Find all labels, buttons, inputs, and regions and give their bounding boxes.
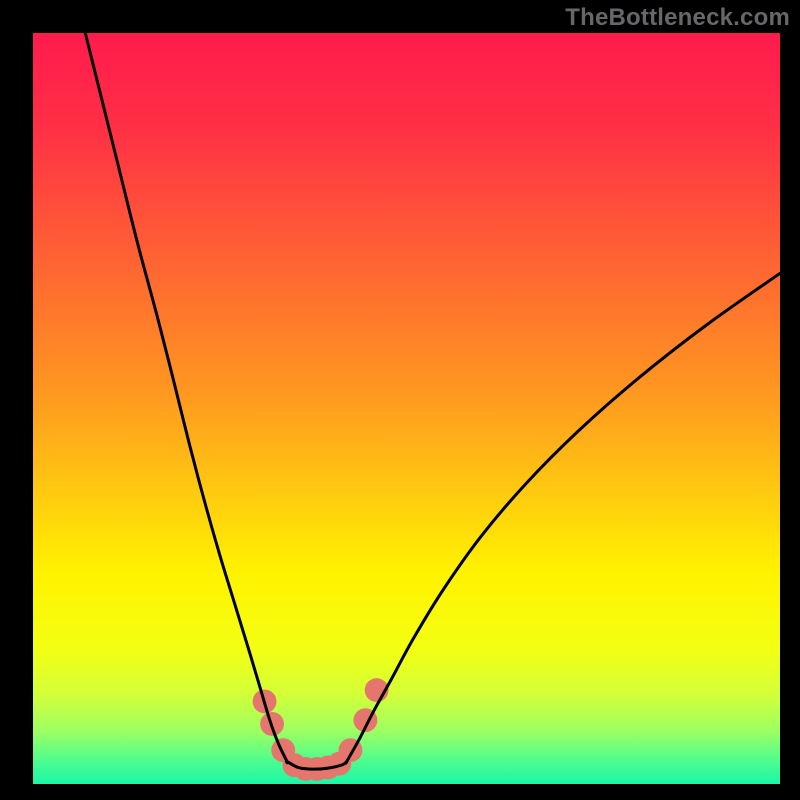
chart-stage: TheBottleneck.com bbox=[0, 0, 800, 800]
watermark-text: TheBottleneck.com bbox=[565, 4, 790, 32]
chart-svg bbox=[0, 0, 800, 800]
gradient-background bbox=[33, 33, 780, 784]
